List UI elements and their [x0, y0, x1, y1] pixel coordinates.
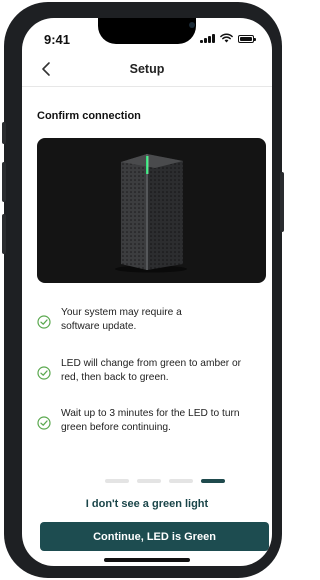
check-circle-icon	[37, 315, 51, 329]
checklist-item: Your system may require a software updat…	[37, 306, 262, 333]
checklist-text: Wait up to 3 minutes for the LED to turn…	[61, 408, 240, 433]
power-button	[280, 172, 284, 232]
status-time: 9:41	[44, 32, 71, 47]
page-dot	[169, 479, 193, 483]
page-dot	[105, 479, 129, 483]
checklist-text: Your system may require a software updat…	[61, 307, 182, 332]
section-title: Confirm connection	[37, 110, 141, 122]
phone-frame: 9:41 Setup Confirm connection Your syste…	[2, 2, 284, 578]
signal-icon	[200, 34, 215, 43]
checklist-item: LED will change from green to amber or r…	[37, 357, 262, 384]
page-title: Setup	[129, 62, 165, 76]
volume-up-button	[2, 162, 6, 202]
wifi-icon	[220, 33, 233, 43]
page-indicator	[105, 479, 225, 483]
nav-bar: Setup	[22, 54, 272, 87]
notch	[98, 18, 196, 44]
router-illustration	[115, 154, 187, 273]
continue-button[interactable]: Continue, LED is Green	[40, 522, 269, 551]
home-indicator	[104, 558, 190, 562]
volume-down-button	[2, 214, 6, 254]
no-green-light-link[interactable]: I don't see a green light	[22, 498, 272, 510]
status-icons	[200, 33, 256, 43]
check-circle-icon	[37, 366, 51, 380]
camera	[189, 22, 195, 28]
checklist-item: Wait up to 3 minutes for the LED to turn…	[37, 407, 262, 434]
app-screen: 9:41 Setup Confirm connection Your syste…	[22, 18, 272, 566]
battery-icon	[238, 35, 256, 43]
page-dot-active	[201, 479, 225, 483]
page-dot	[137, 479, 161, 483]
mute-switch	[2, 122, 6, 144]
check-circle-icon	[37, 416, 51, 430]
checklist-text: LED will change from green to amber or r…	[61, 358, 242, 383]
device-image	[37, 138, 266, 283]
